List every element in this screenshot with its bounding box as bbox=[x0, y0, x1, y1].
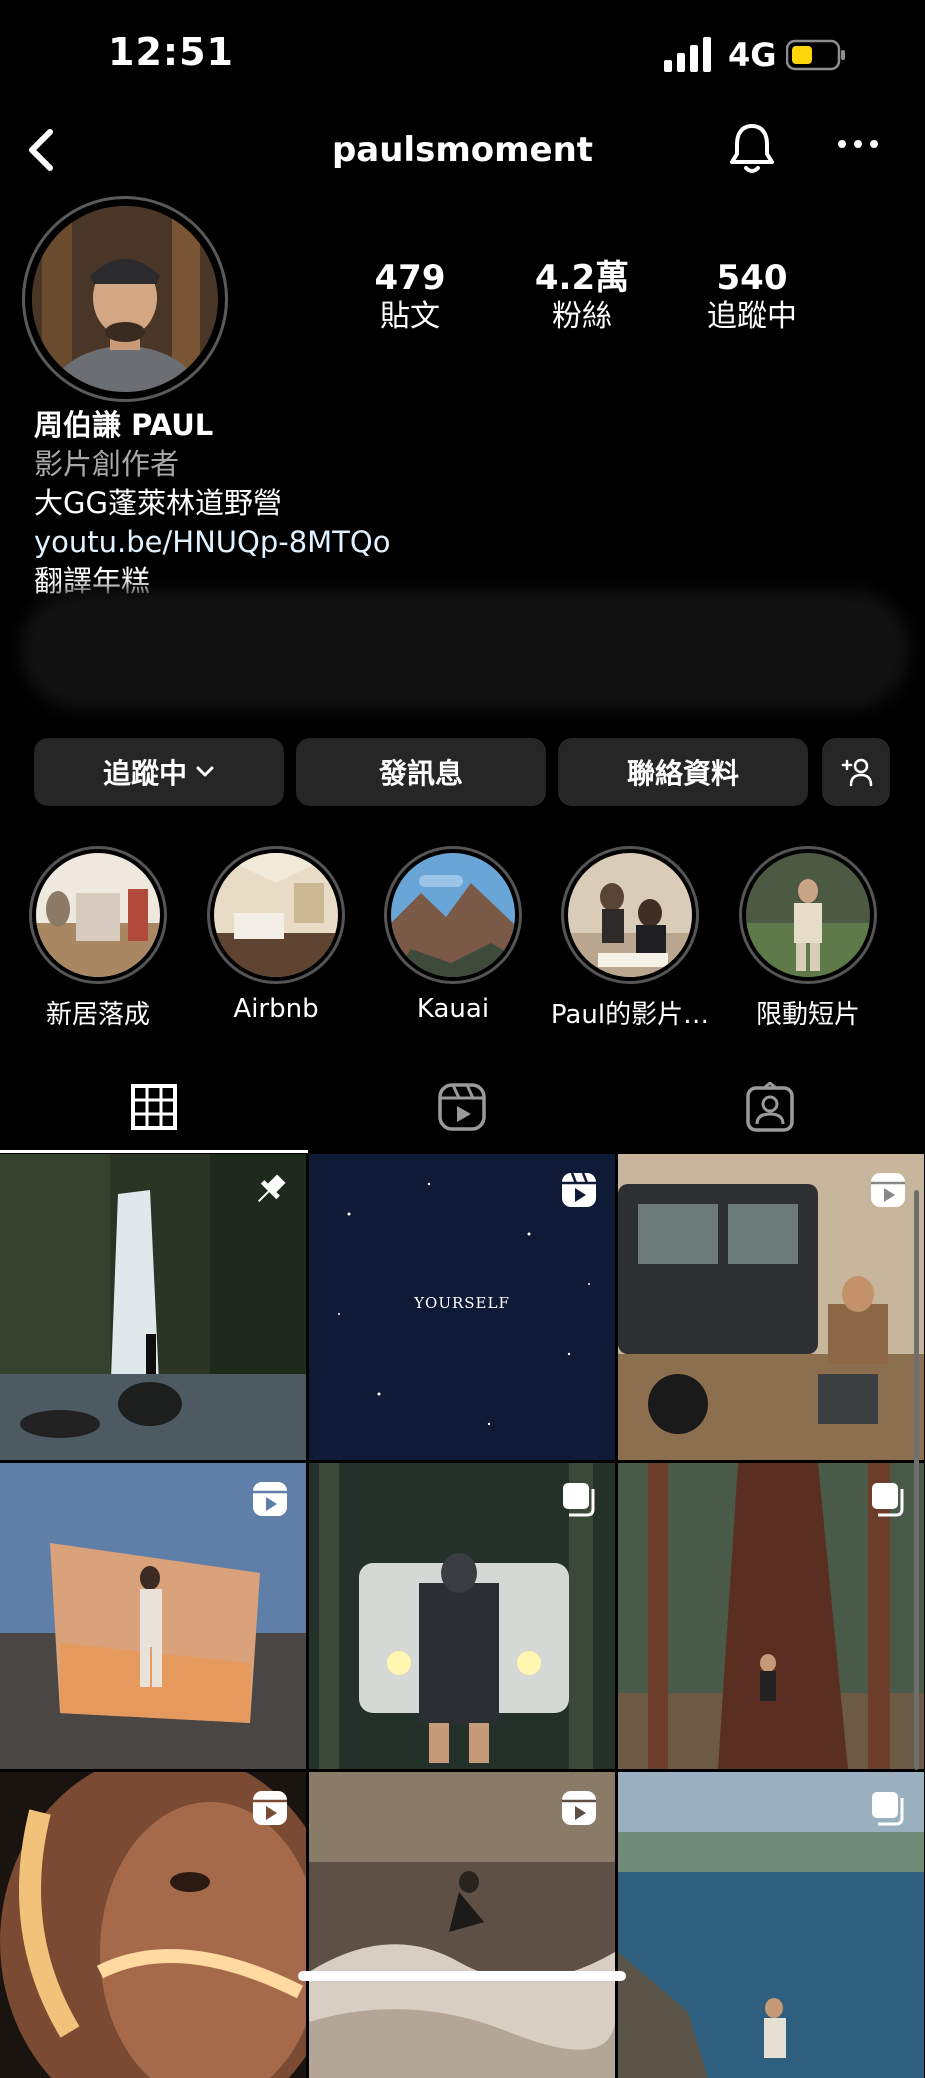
highlight-thumbnail bbox=[36, 853, 160, 977]
post-thumbnail[interactable]: YOURSELF bbox=[309, 1154, 615, 1460]
tab-grid[interactable] bbox=[0, 1062, 308, 1152]
status-time: 12:51 bbox=[108, 30, 234, 74]
network-label: 4G bbox=[728, 36, 777, 74]
post-thumbnail[interactable] bbox=[309, 1463, 615, 1769]
highlight-ring bbox=[207, 846, 345, 984]
add-user-icon bbox=[841, 758, 873, 787]
highlight-item[interactable]: Airbnb bbox=[188, 846, 364, 1024]
bell-icon[interactable] bbox=[728, 120, 776, 176]
status-bar: 12:51 4G bbox=[0, 0, 925, 110]
stat-followers-label: 粉絲 bbox=[552, 299, 612, 334]
profile-bio-line: 大GG蓬萊林道野營 bbox=[34, 486, 282, 520]
highlight-item[interactable]: Paul的影片… bbox=[542, 846, 718, 1031]
more-horizontal-icon[interactable] bbox=[834, 132, 882, 156]
post-thumbnail[interactable] bbox=[618, 1154, 924, 1460]
scrollbar[interactable] bbox=[914, 1190, 919, 1770]
stat-following[interactable]: 540 追蹤中 bbox=[672, 258, 832, 336]
home-indicator[interactable] bbox=[298, 1971, 626, 1981]
stat-posts-label: 貼文 bbox=[380, 299, 440, 334]
carousel-icon bbox=[563, 1483, 595, 1517]
profile-name: 周伯謙 PAUL bbox=[34, 408, 214, 442]
reels-icon bbox=[253, 1482, 287, 1516]
redacted-area bbox=[20, 590, 910, 710]
highlight-thumbnail bbox=[746, 853, 870, 977]
stat-following-value: 540 bbox=[716, 258, 788, 298]
highlight-ring bbox=[739, 846, 877, 984]
stat-posts[interactable]: 479 貼文 bbox=[330, 258, 490, 336]
tab-tagged[interactable] bbox=[616, 1062, 924, 1152]
contact-button-label: 聯絡資料 bbox=[626, 757, 739, 790]
profile-nav-bar: paulsmoment bbox=[0, 110, 925, 190]
highlight-ring bbox=[29, 846, 167, 984]
highlight-thumbnail bbox=[391, 853, 515, 977]
highlight-item[interactable]: Kauai bbox=[365, 846, 541, 1024]
highlight-thumbnail bbox=[568, 853, 692, 977]
active-tab-indicator bbox=[0, 1150, 308, 1153]
reels-icon bbox=[871, 1173, 905, 1207]
highlight-label: Kauai bbox=[416, 994, 490, 1024]
profile-bio: 周伯謙 PAUL 影片創作者 大GG蓬萊林道野營 youtu.be/HNUQp-… bbox=[34, 406, 894, 601]
post-thumbnail[interactable] bbox=[618, 1463, 924, 1769]
profile-link[interactable]: youtu.be/HNUQp-8MTQo bbox=[34, 523, 894, 562]
post-thumbnail[interactable] bbox=[0, 1154, 306, 1460]
grid-icon bbox=[131, 1084, 177, 1130]
chevron-down-icon bbox=[196, 766, 214, 777]
highlight-label: 新居落成 bbox=[45, 1000, 150, 1030]
profile-username: paulsmoment bbox=[331, 130, 594, 170]
carousel-icon bbox=[872, 1792, 904, 1826]
message-button[interactable]: 發訊息 bbox=[296, 738, 546, 806]
highlight-thumbnail bbox=[214, 853, 338, 977]
highlight-label: Airbnb bbox=[233, 994, 319, 1024]
highlight-ring bbox=[561, 846, 699, 984]
following-button-label: 追蹤中 bbox=[102, 757, 187, 790]
highlight-label: Paul的影片… bbox=[550, 1000, 710, 1030]
highlight-item[interactable]: 限動短片 bbox=[720, 846, 896, 1031]
following-button[interactable]: 追蹤中 bbox=[34, 738, 284, 806]
post-thumbnail[interactable] bbox=[0, 1772, 306, 2078]
post-thumbnail[interactable] bbox=[618, 1772, 924, 2078]
profile-stats: 479 貼文 4.2萬 粉絲 540 追蹤中 bbox=[330, 258, 850, 348]
profile-tabs bbox=[0, 1062, 925, 1153]
stat-followers[interactable]: 4.2萬 粉絲 bbox=[502, 258, 662, 336]
post-caption: YOURSELF bbox=[414, 1294, 510, 1312]
carousel-icon bbox=[872, 1483, 904, 1517]
post-thumbnail[interactable] bbox=[0, 1463, 306, 1769]
tagged-icon bbox=[746, 1082, 794, 1132]
highlight-ring bbox=[384, 846, 522, 984]
reels-icon bbox=[562, 1791, 596, 1825]
contact-button[interactable]: 聯絡資料 bbox=[558, 738, 808, 806]
post-thumbnail[interactable] bbox=[309, 1772, 615, 2078]
signal-icon bbox=[664, 37, 711, 72]
add-user-button[interactable] bbox=[822, 738, 890, 806]
reels-icon bbox=[562, 1172, 596, 1207]
avatar bbox=[32, 206, 218, 392]
stat-followers-value: 4.2萬 bbox=[534, 258, 630, 298]
stat-posts-value: 479 bbox=[374, 258, 446, 298]
stat-following-label: 追蹤中 bbox=[707, 299, 797, 334]
battery-icon bbox=[786, 39, 845, 71]
posts-grid: YOURSELF bbox=[0, 1154, 925, 2078]
reels-icon bbox=[438, 1083, 486, 1131]
pin-icon bbox=[257, 1174, 286, 1203]
story-highlights: 新居落成 Airbnb Kauai Paul的影片… 限動短片 bbox=[0, 846, 925, 1030]
reels-icon bbox=[253, 1791, 287, 1825]
highlight-label: 限動短片 bbox=[755, 1000, 860, 1030]
profile-category: 影片創作者 bbox=[34, 447, 180, 481]
profile-action-row: 追蹤中 發訊息 聯絡資料 bbox=[34, 738, 892, 808]
tab-reels[interactable] bbox=[308, 1062, 616, 1152]
message-button-label: 發訊息 bbox=[378, 757, 463, 790]
profile-avatar-ring[interactable] bbox=[22, 196, 228, 402]
highlight-item[interactable]: 新居落成 bbox=[10, 846, 186, 1031]
